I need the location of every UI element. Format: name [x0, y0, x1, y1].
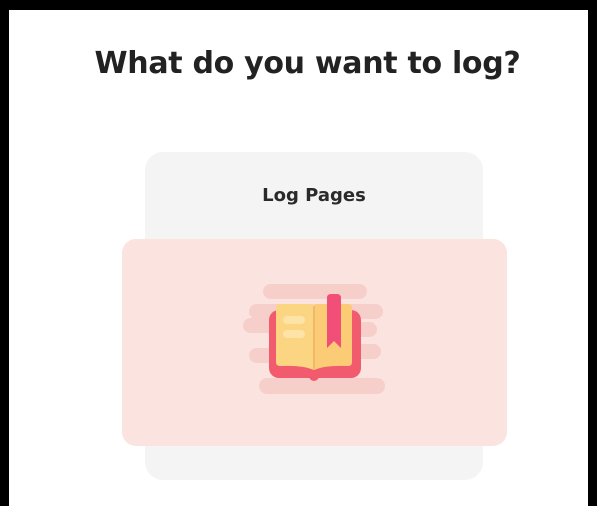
app-window: What do you want to log? Log Pages	[0, 0, 597, 506]
log-pages-label: Log Pages	[262, 185, 366, 206]
open-book-icon	[243, 284, 385, 394]
page-title: What do you want to log?	[94, 46, 521, 81]
